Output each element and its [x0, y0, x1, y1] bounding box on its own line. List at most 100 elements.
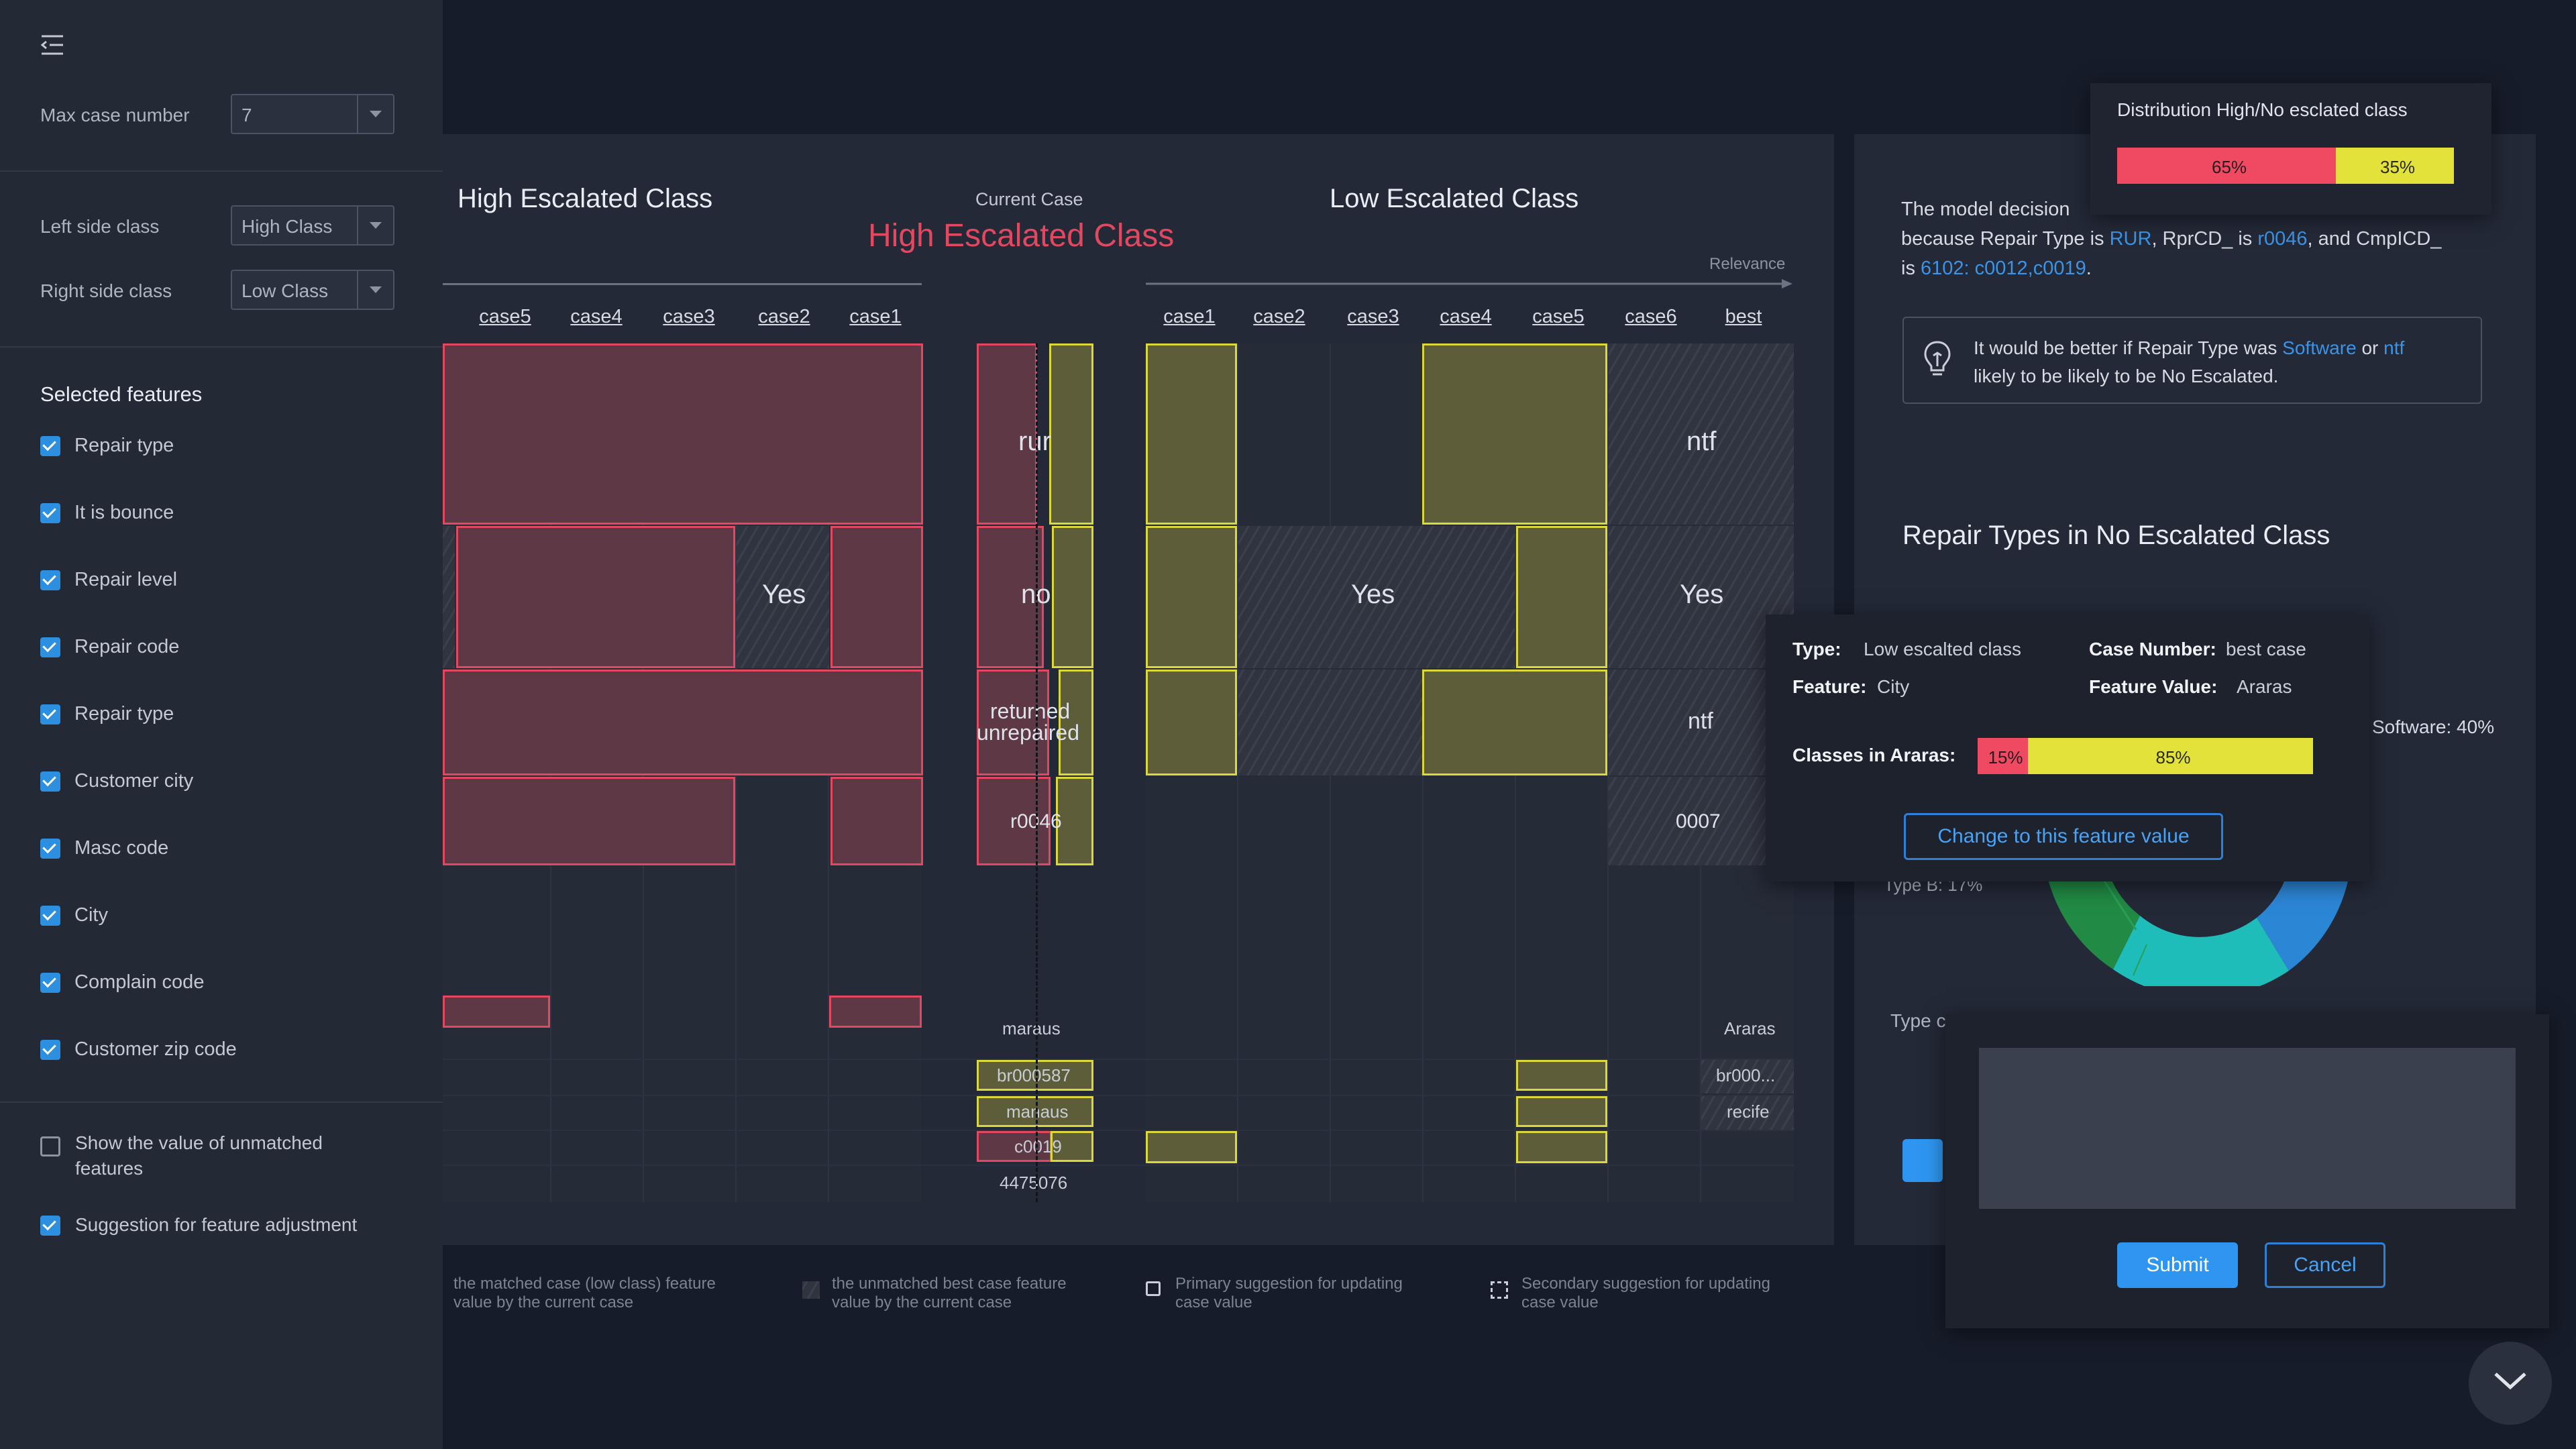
case-header[interactable]: case3 [645, 306, 733, 328]
cell-value: recife [1727, 1102, 1770, 1122]
suggestion-text-part: or [2356, 337, 2384, 358]
low-cell[interactable] [1146, 526, 1237, 668]
suggestion-text-part: It would be better if Repair Type was [1974, 337, 2283, 358]
show-unmatched-label: Show the value of unmatched [75, 1132, 323, 1153]
chevron-down-icon[interactable] [357, 207, 393, 244]
scroll-down-button[interactable] [2469, 1342, 2552, 1425]
feature-label: Repair level [74, 569, 178, 590]
feature-value: City [1877, 676, 1910, 697]
classes-low-pct: 85% [2155, 747, 2191, 767]
case-header[interactable]: best [1700, 306, 1787, 328]
low-cell[interactable] [1422, 669, 1607, 775]
right-class-select[interactable]: Low Class [231, 270, 394, 310]
feature-label: Complain code [74, 971, 205, 993]
checkbox[interactable] [40, 771, 60, 792]
collapse-menu-icon[interactable] [39, 34, 66, 56]
case-header[interactable]: case4 [1422, 306, 1509, 328]
low-cell[interactable] [1516, 1096, 1607, 1127]
feature-key: Feature: [1792, 676, 1867, 697]
checkbox[interactable] [40, 704, 60, 724]
case-number-key: Case Number: [2089, 639, 2216, 659]
checkbox[interactable] [40, 1040, 60, 1060]
cell-value: ntf [1686, 427, 1717, 456]
current-case-divider [1036, 343, 1038, 1202]
decision-text-part: is [1901, 258, 1921, 279]
feature-label: Masc code [74, 837, 169, 859]
low-cell[interactable] [1422, 343, 1607, 525]
checkbox[interactable] [40, 1136, 60, 1157]
checkbox[interactable] [40, 503, 60, 523]
high-cell[interactable] [443, 996, 550, 1028]
high-cell[interactable] [443, 669, 923, 775]
repair-types-title: Repair Types in No Escalated Class [1902, 521, 2330, 550]
suggestion-box: It would be better if Repair Type was So… [1902, 317, 2482, 404]
unmatched-cell[interactable] [1238, 669, 1422, 775]
case-header[interactable]: case4 [553, 306, 640, 328]
low-cell[interactable] [1516, 1060, 1607, 1091]
legend-text: Primary suggestion for updating [1175, 1275, 1403, 1293]
cell-value: Yes [1351, 580, 1395, 609]
checkbox[interactable] [40, 436, 60, 456]
change-feature-value-button[interactable]: Change to this feature value [1904, 813, 2223, 860]
relevance-arrow [1146, 276, 1792, 291]
low-cell[interactable] [1516, 1131, 1607, 1163]
case-header[interactable]: case3 [1330, 306, 1417, 328]
r0046-link[interactable]: r0046 [2257, 228, 2307, 250]
chevron-down-icon[interactable] [357, 95, 393, 133]
case-header[interactable]: case2 [741, 306, 828, 328]
low-cell[interactable] [1516, 526, 1607, 668]
submit-button[interactable]: Submit [2117, 1242, 2238, 1288]
feature-label: Repair type [74, 703, 174, 724]
current-value: 4475076 [1000, 1173, 1068, 1193]
checkbox[interactable] [40, 637, 60, 657]
chevron-down-icon[interactable] [357, 271, 393, 309]
max-case-select[interactable]: 7 [231, 94, 394, 134]
partial-blue-button[interactable] [1902, 1139, 1943, 1182]
current-low-bar[interactable] [1052, 526, 1093, 668]
checkbox[interactable] [40, 973, 60, 993]
checkbox[interactable] [40, 906, 60, 926]
checkbox[interactable] [40, 839, 60, 859]
unmatched-cell[interactable] [443, 526, 455, 668]
checkbox[interactable] [40, 570, 60, 590]
feature-tooltip: Type: Low escalted class Case Number: be… [1766, 614, 2369, 881]
low-cell[interactable] [1146, 343, 1237, 525]
cancel-button[interactable]: Cancel [2265, 1242, 2385, 1288]
legend-text: the unmatched best case feature [832, 1275, 1067, 1293]
suggestion-text: It would be better if Repair Type was So… [1974, 334, 2404, 390]
rur-link[interactable]: RUR [2110, 228, 2152, 250]
software-link[interactable]: Software [2282, 337, 2357, 358]
case-header[interactable]: case6 [1607, 306, 1695, 328]
feedback-textarea[interactable] [1979, 1048, 2516, 1209]
codes-link[interactable]: 6102: c0012,c0019 [1921, 258, 2086, 279]
case-number-value: best case [2226, 639, 2306, 659]
low-cell[interactable] [1146, 1131, 1237, 1163]
primary-square-icon [1146, 1281, 1161, 1296]
high-cell[interactable] [443, 343, 923, 525]
high-cell[interactable] [456, 526, 735, 668]
cell-value: br000... [1716, 1065, 1776, 1085]
case-header[interactable]: case5 [1515, 306, 1602, 328]
case-header[interactable]: case5 [462, 306, 549, 328]
case-header[interactable]: case1 [832, 306, 919, 328]
current-value: unrepaired [977, 720, 1079, 745]
current-low-bar[interactable] [1049, 343, 1093, 525]
feature-label: Customer city [74, 770, 194, 792]
ntf-link[interactable]: ntf [2383, 337, 2404, 358]
lightbulb-icon [1921, 339, 1953, 380]
low-cell[interactable] [1146, 669, 1237, 775]
case-header[interactable]: case2 [1236, 306, 1323, 328]
high-cell[interactable] [830, 777, 923, 865]
case-header[interactable]: case1 [1146, 306, 1233, 328]
high-cell[interactable] [443, 777, 735, 865]
left-class-select[interactable]: High Class [231, 205, 394, 246]
classes-label: Classes in Araras: [1792, 745, 1956, 765]
suggestion-label: Suggestion for feature adjustment [75, 1214, 358, 1235]
high-cell[interactable] [830, 526, 923, 668]
feature-label: Repair type [74, 435, 174, 456]
legend-primary: Primary suggestion for updating case val… [1175, 1275, 1403, 1312]
type-value: Low escalted class [1864, 639, 2022, 659]
checkbox[interactable] [40, 1216, 60, 1236]
current-value: c0019 [1014, 1136, 1062, 1157]
high-cell[interactable] [829, 996, 922, 1028]
